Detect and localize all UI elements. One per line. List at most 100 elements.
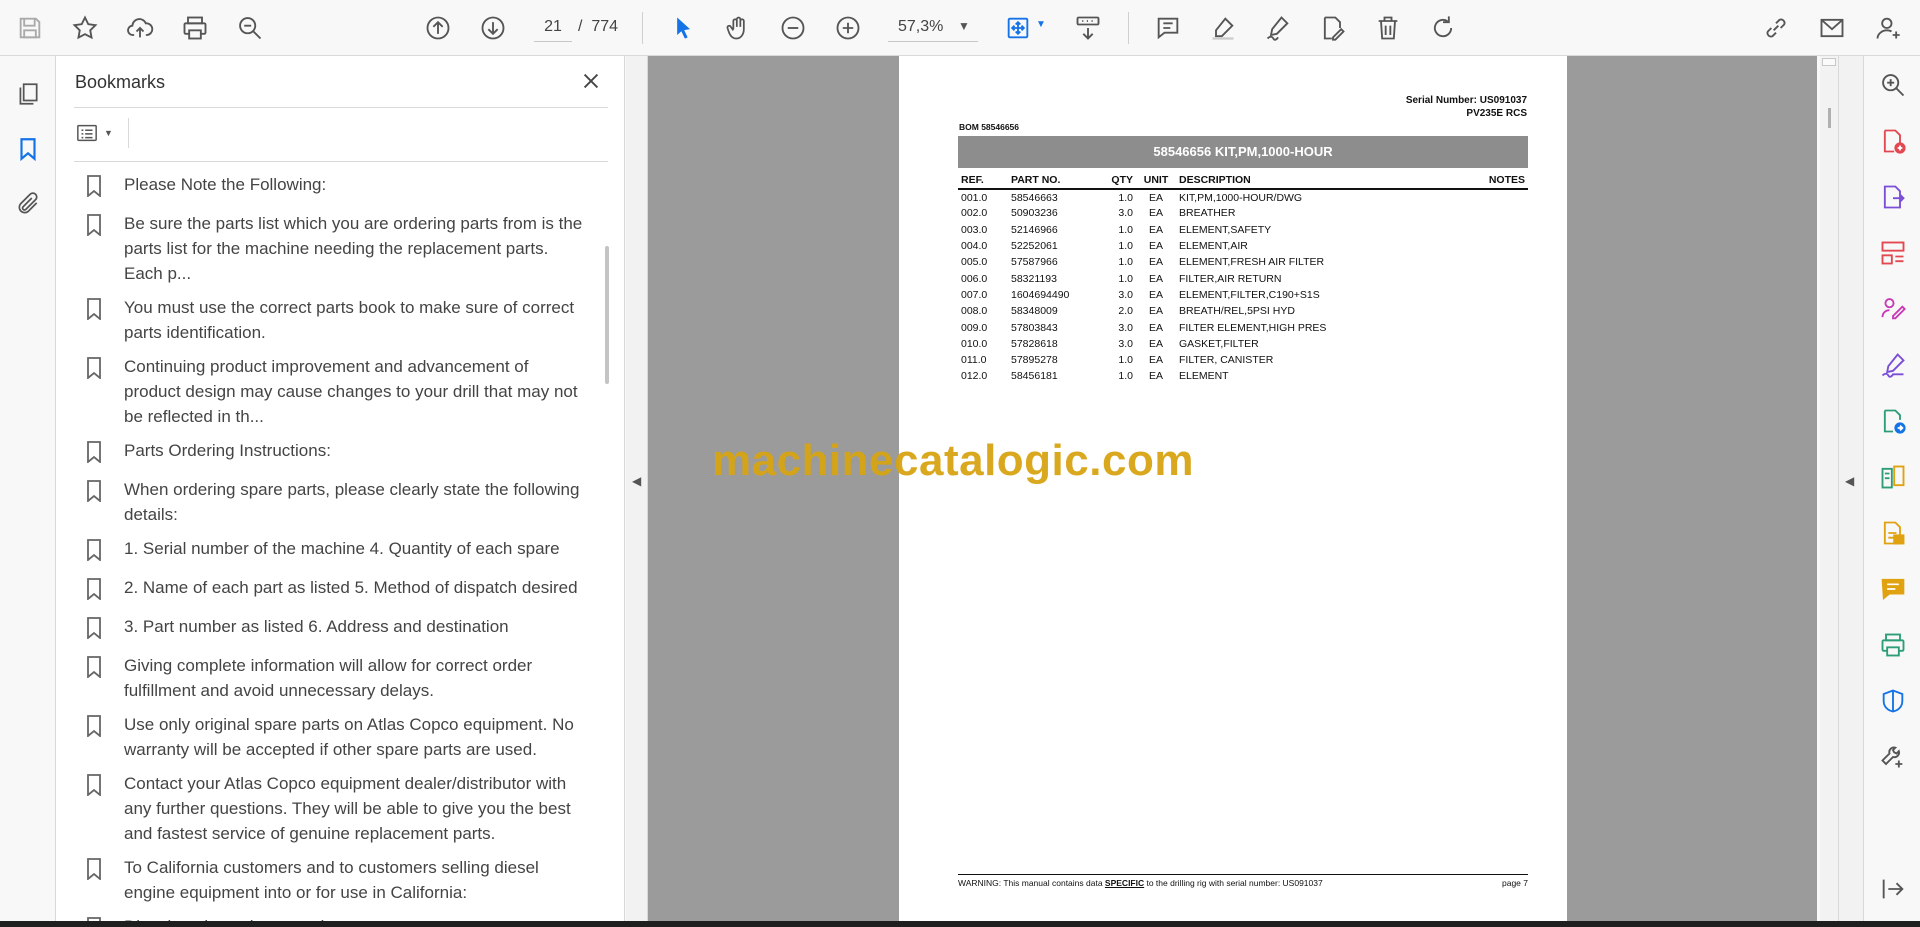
ref-cell: 012.0 xyxy=(961,370,988,383)
save-icon[interactable] xyxy=(10,8,50,48)
chevron-down-icon[interactable]: ▼ xyxy=(958,19,970,33)
ref-cell: 011.0 xyxy=(961,354,987,367)
bookmark-item[interactable]: 2. Name of each part as listed 5. Method… xyxy=(86,575,586,605)
document-scrollbar-top[interactable] xyxy=(1822,58,1836,66)
star-icon[interactable] xyxy=(65,8,105,48)
description-cell: ELEMENT,FILTER,C190+S1S xyxy=(1179,288,1320,301)
more-tools-icon[interactable] xyxy=(1876,740,1910,774)
bookmark-label: 1. Serial number of the machine 4. Quant… xyxy=(124,539,560,558)
zoom-tool-icon[interactable] xyxy=(1876,68,1910,102)
bookmark-label: To California customers and to customers… xyxy=(124,858,539,902)
bookmark-item[interactable]: Contact your Atlas Copco equipment deale… xyxy=(86,771,586,846)
protect-icon[interactable] xyxy=(1876,684,1910,718)
qty-cell: 1.0 xyxy=(1118,240,1133,253)
bookmark-icon xyxy=(86,211,114,241)
bookmarks-scrollbar[interactable] xyxy=(605,246,609,384)
fit-dropdown-icon[interactable]: ▼ xyxy=(1036,19,1046,30)
bookmark-item[interactable]: When ordering spare parts, please clearl… xyxy=(86,477,586,527)
table-row: 002.0 50903236 3.0 EA BREATHER xyxy=(958,205,1528,221)
bookmark-label: Please Note the Following: xyxy=(124,175,327,194)
notes-cell xyxy=(1466,238,1528,254)
bookmark-item[interactable]: Continuing product improvement and advan… xyxy=(86,354,586,429)
collapse-left-panel-button[interactable]: ◀ xyxy=(626,56,648,921)
close-icon[interactable] xyxy=(576,66,606,96)
page-down-icon[interactable] xyxy=(473,8,513,48)
share-link-icon[interactable] xyxy=(1756,8,1796,48)
bookmark-item[interactable]: Parts Ordering Instructions: xyxy=(86,438,586,468)
serial-number: Serial Number: US091037 PV235E RCS xyxy=(1406,94,1527,120)
page-number-input[interactable] xyxy=(534,12,572,42)
qty-cell: 1.0 xyxy=(1118,191,1133,204)
send-review-icon[interactable] xyxy=(1876,404,1910,438)
request-signature-icon[interactable] xyxy=(1876,292,1910,326)
bookmark-item[interactable]: 1. Serial number of the machine 4. Quant… xyxy=(86,536,586,566)
highlight-icon[interactable] xyxy=(1203,8,1243,48)
bookmark-options-button[interactable]: ▼ xyxy=(74,118,124,148)
table-row: 005.0 57587966 1.0 EA ELEMENT,FRESH AIR FILT… xyxy=(958,254,1528,270)
fit-page-icon[interactable] xyxy=(998,8,1038,48)
zoom-in-icon[interactable] xyxy=(828,8,868,48)
part-number-cell: 50903236 xyxy=(1011,207,1058,220)
bookmark-item[interactable]: Giving complete information will allow f… xyxy=(86,653,586,703)
zoom-search-icon[interactable] xyxy=(230,8,270,48)
notes-cell xyxy=(1466,336,1528,352)
unit-cell: EA xyxy=(1148,223,1163,236)
bookmark-icon xyxy=(86,855,114,885)
sign-icon[interactable] xyxy=(1258,8,1298,48)
bookmark-item[interactable]: 3. Part number as listed 6. Address and … xyxy=(86,614,586,644)
bookmarks-title: Bookmarks xyxy=(75,72,166,92)
bookmark-item[interactable]: Use only original spare parts on Atlas C… xyxy=(86,712,586,762)
edit-pdf-icon[interactable] xyxy=(1313,8,1353,48)
collapse-right-panel-button[interactable]: ◀ xyxy=(1838,56,1863,921)
qty-cell: 2.0 xyxy=(1118,305,1133,318)
bookmark-item[interactable]: To California customers and to customers… xyxy=(86,855,586,905)
print-icon[interactable] xyxy=(175,8,215,48)
print-production-icon[interactable] xyxy=(1876,628,1910,662)
bookmark-item[interactable]: Be sure the parts list which you are ord… xyxy=(86,211,586,286)
notes-cell xyxy=(1466,319,1528,335)
page-number-label: page 7 xyxy=(1502,878,1528,888)
select-cursor-icon[interactable] xyxy=(663,8,703,48)
page-footer: WARNING: This manual contains data SPECI… xyxy=(958,878,1528,888)
document-scrollbar-thumb[interactable] xyxy=(1828,108,1831,128)
organize-pages-icon[interactable] xyxy=(1876,236,1910,270)
ref-cell: 003.0 xyxy=(961,223,988,236)
part-number-cell: 58321193 xyxy=(1011,272,1057,285)
unit-cell: EA xyxy=(1148,354,1163,367)
upload-icon[interactable] xyxy=(120,8,160,48)
bookmark-label: 2. Name of each part as listed 5. Method… xyxy=(124,578,578,597)
scroll-mode-icon[interactable] xyxy=(1068,8,1108,48)
bookmark-item[interactable]: Please Note the Following: xyxy=(86,172,586,202)
delete-icon[interactable] xyxy=(1368,8,1408,48)
compare-icon[interactable] xyxy=(1876,460,1910,494)
email-icon[interactable] xyxy=(1812,8,1852,48)
page-up-icon[interactable] xyxy=(418,8,458,48)
zoom-out-icon[interactable] xyxy=(773,8,813,48)
hand-icon[interactable] xyxy=(718,8,758,48)
description-cell: GASKET,FILTER xyxy=(1179,337,1259,350)
part-number-cell: 1604694490 xyxy=(1011,288,1070,301)
comment-tool-icon[interactable] xyxy=(1876,572,1910,606)
comment-icon[interactable] xyxy=(1148,8,1188,48)
export-pdf-icon[interactable] xyxy=(1876,180,1910,214)
divider xyxy=(74,161,608,162)
unit-cell: EA xyxy=(1148,191,1163,204)
bookmark-panel-icon[interactable] xyxy=(10,131,46,167)
bookmark-item[interactable]: You must use the correct parts book to m… xyxy=(86,295,586,345)
rotate-icon[interactable] xyxy=(1423,8,1463,48)
expand-panel-icon[interactable] xyxy=(1876,872,1910,906)
bookmarks-panel: Bookmarks ▼ Please Note the Following: Be… xyxy=(56,56,625,927)
fill-sign-icon[interactable] xyxy=(1876,348,1910,382)
main-toolbar: / 774 57,3% ▼ ▼ xyxy=(0,0,1920,56)
notes-cell xyxy=(1466,303,1528,319)
divider xyxy=(74,107,608,108)
account-icon[interactable] xyxy=(1868,8,1908,48)
description-cell: FILTER ELEMENT,HIGH PRES xyxy=(1179,321,1327,334)
bookmark-label: Giving complete information will allow f… xyxy=(124,656,533,700)
attachments-icon[interactable] xyxy=(10,186,46,222)
document-scrollbar-track[interactable] xyxy=(1820,56,1838,921)
page-thumbnails-icon[interactable] xyxy=(10,76,46,112)
notes-cell xyxy=(1466,254,1528,270)
create-pdf-icon[interactable] xyxy=(1876,124,1910,158)
scan-ocr-icon[interactable] xyxy=(1876,516,1910,550)
